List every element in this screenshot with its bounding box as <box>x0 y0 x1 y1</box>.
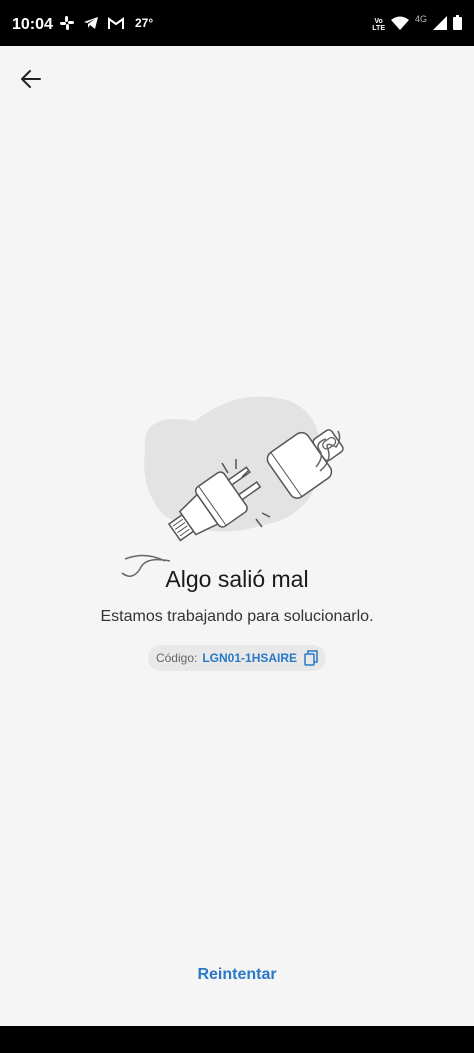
network-type: 4G <box>414 14 427 24</box>
error-code-label: Código: <box>155 651 198 665</box>
weather-temperature: 27° <box>135 16 154 30</box>
error-title: Algo salió mal <box>165 566 309 592</box>
error-message: Estamos trabajando para solucionarlo. <box>100 608 374 625</box>
volte-indicator: Vo LTE <box>372 18 385 32</box>
status-time: 10:04 <box>12 16 53 33</box>
arrow-left-icon <box>21 70 41 88</box>
error-screen: Algo salió mal Estamos trabajando para s… <box>0 46 474 1026</box>
system-icons: Vo LTE 4G <box>372 14 462 35</box>
retry-button[interactable]: Reintentar <box>0 966 474 984</box>
error-code-value: LGN01-1HSAIRE <box>202 651 298 665</box>
gmail-icon <box>108 16 124 30</box>
error-code-chip: Código: LGN01-1HSAIRE <box>148 645 326 671</box>
navigation-bar <box>0 1026 474 1053</box>
notification-icons: 27° <box>60 16 153 30</box>
back-button[interactable] <box>14 62 48 96</box>
copy-icon[interactable] <box>304 650 318 666</box>
telegram-icon <box>83 16 99 30</box>
status-bar: 10:04 27° Vo LTE 4G <box>0 0 474 46</box>
cell-signal-icon <box>433 15 447 35</box>
slack-icon <box>60 16 74 30</box>
unplugged-illustration <box>121 396 344 577</box>
battery-icon <box>453 15 462 35</box>
wifi-icon <box>390 16 409 35</box>
